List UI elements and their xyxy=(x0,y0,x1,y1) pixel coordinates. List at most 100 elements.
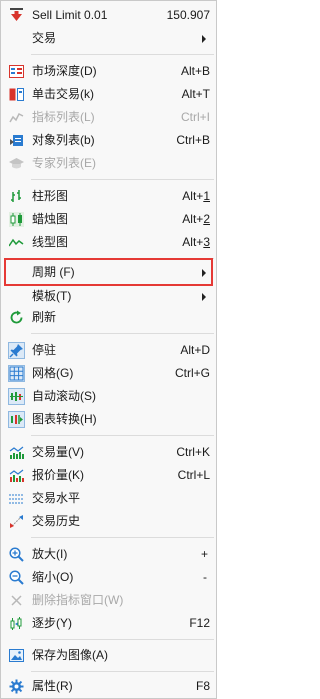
trade-level-label: 交易水平 xyxy=(32,491,81,505)
zoom-out-label: 缩小(O) xyxy=(32,570,74,584)
menu-item-object-list[interactable]: 对象列表(b) Ctrl+B xyxy=(1,129,216,152)
menu-item-expert-list[interactable]: 专家列表(E) xyxy=(1,152,216,175)
menu-item-delete-indicator-window[interactable]: 删除指标窗口(W) xyxy=(1,589,216,612)
candlestick-icon xyxy=(9,212,24,227)
indicator-list-icon xyxy=(9,110,24,125)
bar-chart-icon xyxy=(9,189,24,204)
separator xyxy=(31,54,214,55)
save-image-label: 保存为图像(A) xyxy=(32,648,108,662)
zoom-in-shortcut: + xyxy=(200,547,208,561)
delete-indicator-window-label: 删除指标窗口(W) xyxy=(32,593,124,607)
grid-shortcut: Ctrl+G xyxy=(174,366,210,380)
menu-item-bar-chart[interactable]: 柱形图 Alt+1 xyxy=(1,185,216,208)
zoom-in-icon xyxy=(9,547,24,562)
period-highlight-box xyxy=(4,258,213,286)
template-label: 模板(T) xyxy=(32,289,72,303)
object-list-shortcut: Ctrl+B xyxy=(176,133,210,147)
menu-item-line-chart[interactable]: 线型图 Alt+3 xyxy=(1,231,216,254)
separator xyxy=(31,179,214,180)
menu-item-grid[interactable]: 网格(G) Ctrl+G xyxy=(1,362,216,385)
tick-volume-shortcut: Ctrl+L xyxy=(177,468,210,482)
line-chart-shortcut: Alt+3 xyxy=(182,235,210,249)
bar-chart-shortcut: Alt+1 xyxy=(182,189,210,203)
submenu-arrow-icon xyxy=(202,293,206,301)
line-chart-icon xyxy=(9,235,24,250)
menu-item-market-depth[interactable]: 市场深度(D) Alt+B xyxy=(1,60,216,83)
tick-volume-label: 报价量(K) xyxy=(32,468,84,482)
chart-shift-label: 图表转换(H) xyxy=(32,412,97,426)
trade-level-icon xyxy=(9,491,24,506)
submenu-arrow-icon xyxy=(202,35,206,43)
volume-shortcut: Ctrl+K xyxy=(176,445,210,459)
menu-item-zoom-out[interactable]: 缩小(O) - xyxy=(1,566,216,589)
step-shortcut: F12 xyxy=(189,616,210,630)
autoscroll-label: 自动滚动(S) xyxy=(32,389,96,403)
indicator-list-shortcut: Ctrl+I xyxy=(180,110,210,124)
autoscroll-icon xyxy=(8,388,25,405)
menu-item-indicator-list[interactable]: 指标列表(L) Ctrl+I xyxy=(1,106,216,129)
menu-item-sell-limit[interactable]: Sell Limit 0.01 150.907 xyxy=(1,4,216,27)
separator xyxy=(31,639,214,640)
sell-limit-icon xyxy=(9,8,24,23)
menu-item-refresh[interactable]: 刷新 xyxy=(1,306,216,329)
candle-chart-shortcut: Alt+2 xyxy=(182,212,210,226)
properties-label: 属性(R) xyxy=(32,679,73,693)
menu-item-template[interactable]: 模板(T) xyxy=(1,285,216,308)
one-click-trading-shortcut: Alt+T xyxy=(181,87,210,101)
menu-item-dock[interactable]: 停驻 Alt+D xyxy=(1,339,216,362)
step-label: 逐步(Y) xyxy=(32,616,72,630)
menu-item-properties[interactable]: 属性(R) F8 xyxy=(1,675,216,698)
menu-item-one-click-trading[interactable]: 单击交易(k) Alt+T xyxy=(1,83,216,106)
tick-volume-icon xyxy=(9,468,24,483)
menu-item-chart-shift[interactable]: 图表转换(H) xyxy=(1,408,216,431)
sell-limit-label: Sell Limit 0.01 xyxy=(32,8,108,22)
chart-context-menu: Sell Limit 0.01 150.907 交易 市场深度(D) Alt+B… xyxy=(0,0,217,699)
pin-icon xyxy=(8,342,25,359)
bar-chart-label: 柱形图 xyxy=(32,189,69,203)
image-icon xyxy=(9,648,24,663)
step-icon xyxy=(9,616,24,631)
market-depth-shortcut: Alt+B xyxy=(180,64,210,78)
grid-label: 网格(G) xyxy=(32,366,74,380)
volume-icon xyxy=(9,445,24,460)
indicator-list-label: 指标列表(L) xyxy=(32,110,95,124)
menu-item-trade-history[interactable]: 交易历史 xyxy=(1,510,216,533)
menu-item-step[interactable]: 逐步(Y) F12 xyxy=(1,612,216,635)
menu-item-save-image[interactable]: 保存为图像(A) xyxy=(1,644,216,667)
object-list-icon xyxy=(9,133,24,148)
graduation-cap-icon xyxy=(9,156,24,171)
menu-item-trade-level[interactable]: 交易水平 xyxy=(1,487,216,510)
dock-label: 停驻 xyxy=(32,343,57,357)
menu-item-autoscroll[interactable]: 自动滚动(S) xyxy=(1,385,216,408)
menu-item-tick-volume[interactable]: 报价量(K) Ctrl+L xyxy=(1,464,216,487)
market-depth-label: 市场深度(D) xyxy=(32,64,97,78)
line-chart-label: 线型图 xyxy=(32,235,69,249)
menu-item-zoom-in[interactable]: 放大(I) + xyxy=(1,543,216,566)
market-depth-icon xyxy=(9,64,24,79)
trade-history-label: 交易历史 xyxy=(32,514,81,528)
zoom-out-shortcut: - xyxy=(203,570,207,584)
gear-icon xyxy=(9,679,24,694)
zoom-out-icon xyxy=(9,570,24,585)
properties-shortcut: F8 xyxy=(195,679,210,693)
expert-list-label: 专家列表(E) xyxy=(32,156,96,170)
sell-limit-price: 150.907 xyxy=(166,8,210,22)
close-icon xyxy=(9,593,24,608)
zoom-in-label: 放大(I) xyxy=(32,547,68,561)
one-click-trading-icon xyxy=(9,87,24,102)
refresh-label: 刷新 xyxy=(32,310,57,324)
dock-shortcut: Alt+D xyxy=(180,343,210,357)
refresh-icon xyxy=(9,310,24,325)
trade-label: 交易 xyxy=(32,31,57,45)
separator xyxy=(31,671,214,672)
separator xyxy=(31,435,214,436)
separator xyxy=(31,537,214,538)
object-list-label: 对象列表(b) xyxy=(32,133,95,147)
grid-icon xyxy=(8,365,25,382)
chart-shift-icon xyxy=(8,411,25,428)
menu-item-candle-chart[interactable]: 蜡烛图 Alt+2 xyxy=(1,208,216,231)
menu-item-volume[interactable]: 交易量(V) Ctrl+K xyxy=(1,441,216,464)
volume-label: 交易量(V) xyxy=(32,445,84,459)
menu-item-trade[interactable]: 交易 xyxy=(1,27,216,50)
trade-history-icon xyxy=(9,514,24,529)
